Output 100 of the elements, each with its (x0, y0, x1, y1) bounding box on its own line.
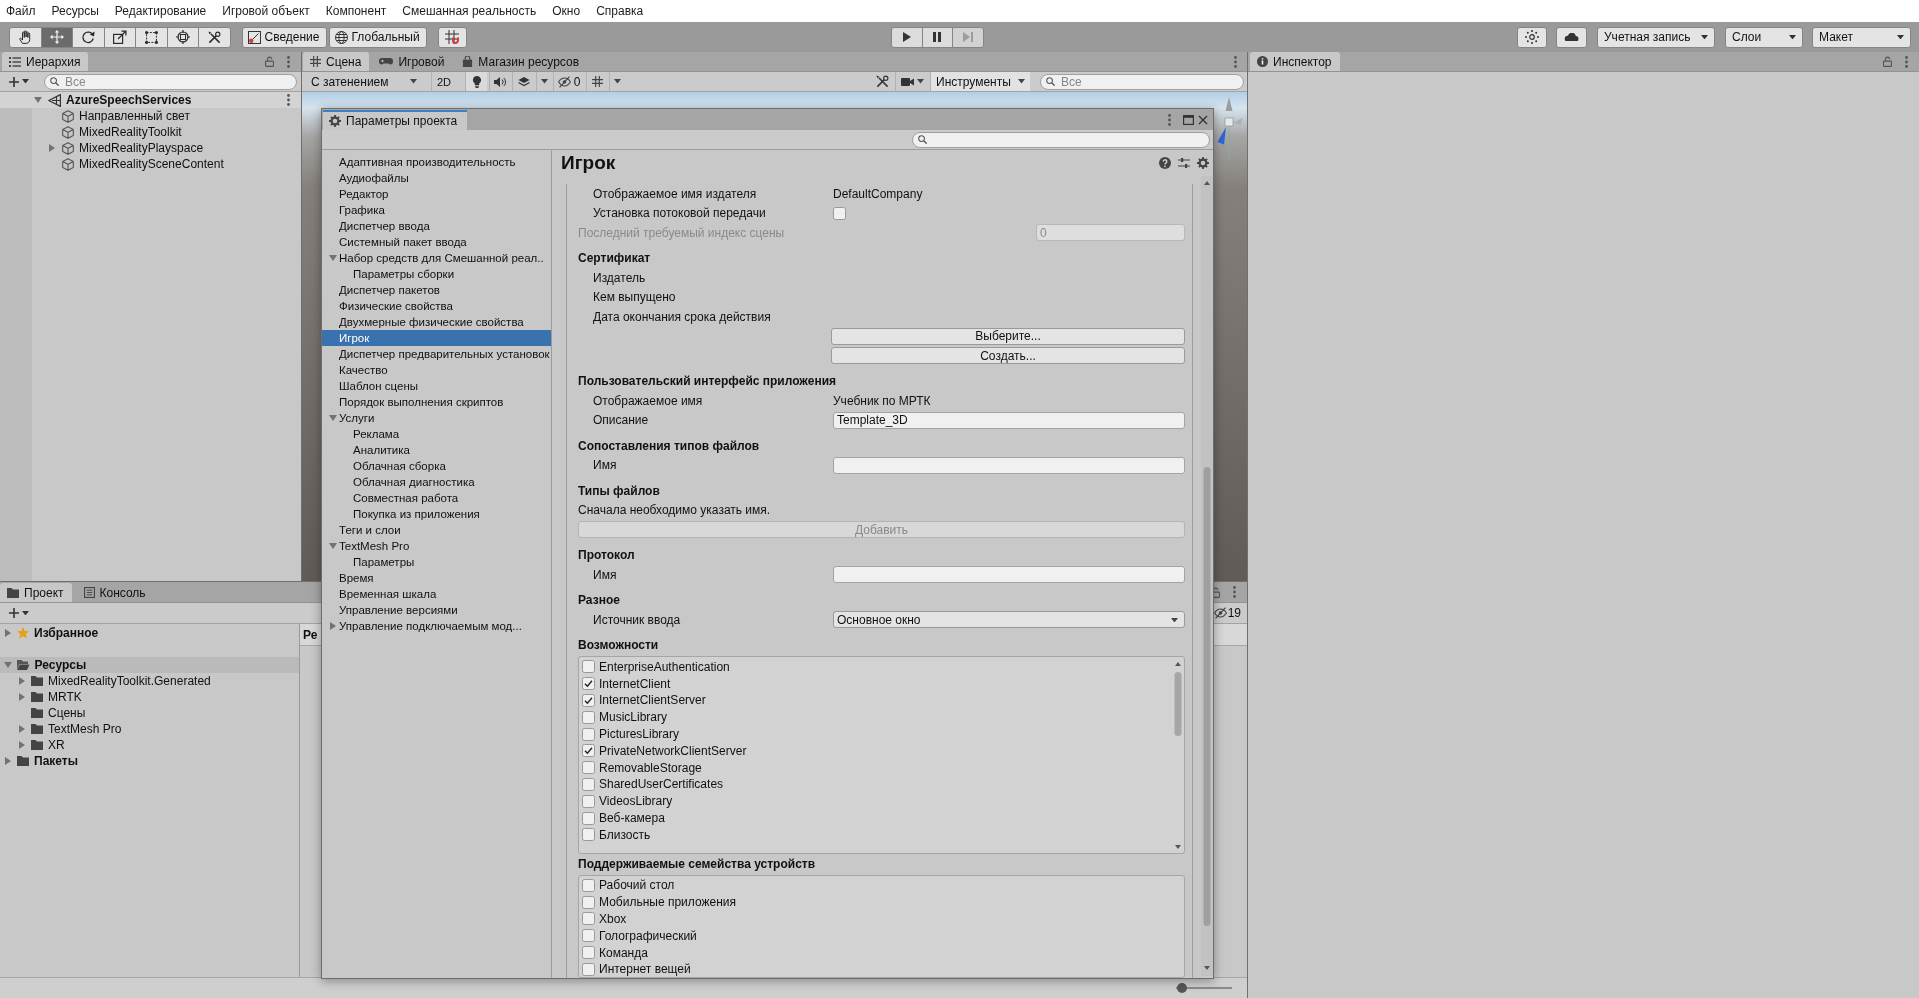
menu-item[interactable]: Смешанная реальность (402, 4, 537, 18)
panel-tab[interactable]: Иерархия (2, 52, 89, 71)
dropdown[interactable]: Макет (1812, 26, 1911, 48)
caret-right-icon[interactable] (5, 629, 11, 637)
caret-down-icon[interactable] (329, 255, 337, 261)
tree-item[interactable]: MixedRealitySceneContent (0, 156, 301, 172)
lock-icon[interactable] (1883, 56, 1892, 67)
caret-down-icon[interactable] (34, 97, 42, 103)
lock-icon[interactable] (265, 56, 274, 67)
handle-toggle-button[interactable]: Сведение (241, 26, 327, 48)
category-item[interactable]: Услуги (322, 410, 551, 426)
category-item[interactable]: Управление подключаемым мод... (322, 618, 551, 634)
snap-button[interactable] (437, 26, 467, 48)
category-item[interactable]: Параметры (322, 554, 551, 570)
checkbox[interactable] (582, 710, 595, 724)
category-item[interactable]: Двухмерные физические свойства (322, 314, 551, 330)
search-field[interactable] (912, 131, 1210, 148)
tree-item[interactable]: Направленный свет (0, 108, 301, 124)
sliders-icon[interactable] (1178, 157, 1190, 169)
more-icon[interactable] (287, 94, 290, 106)
window-tab[interactable]: Параметры проекта (323, 110, 468, 130)
category-item[interactable]: Качество (322, 362, 551, 378)
category-item[interactable]: Системный пакет ввода (322, 234, 551, 250)
visibility-button[interactable]: 0 (553, 72, 584, 91)
text-field[interactable] (833, 566, 1185, 584)
menu-item[interactable]: Окно (552, 4, 581, 18)
toolbar-button[interactable] (1517, 26, 1547, 48)
view-mode-button[interactable]: 2D (431, 72, 456, 91)
search-field[interactable]: Все (1040, 73, 1244, 90)
category-item[interactable]: Облачная диагностика (322, 474, 551, 490)
add-button[interactable] (6, 605, 32, 621)
category-item[interactable]: Теги и слои (322, 522, 551, 538)
checkbox[interactable] (582, 878, 595, 892)
folder-item[interactable]: MRTK (0, 689, 299, 705)
checkbox[interactable] (582, 777, 595, 791)
category-item[interactable]: Физические свойства (322, 298, 551, 314)
checkbox[interactable] (582, 946, 595, 960)
menu-item[interactable]: Ресурсы (51, 4, 99, 18)
panel-tab[interactable]: Проект (0, 583, 72, 602)
cloud-button[interactable] (1556, 26, 1587, 48)
category-item[interactable]: Управление версиями (322, 602, 551, 618)
panel-tab[interactable]: Игровой (372, 52, 453, 71)
caret-right-icon[interactable] (19, 741, 25, 749)
category-item[interactable]: Диспетчер предварительных установок (322, 346, 551, 362)
scrollbar[interactable] (1201, 176, 1213, 976)
tool-button[interactable] (198, 26, 231, 48)
folder-item[interactable]: TextMesh Pro (0, 721, 299, 737)
category-item[interactable]: Покупка из приложения (322, 506, 551, 522)
menu-item[interactable]: Файл (6, 4, 36, 18)
play-control-button[interactable] (921, 26, 953, 48)
category-item[interactable]: Время (322, 570, 551, 586)
caret-right-icon[interactable] (19, 693, 25, 701)
caret-right-icon[interactable] (49, 144, 55, 152)
more-icon[interactable] (1905, 55, 1908, 68)
maximize-icon[interactable] (1183, 114, 1194, 125)
more-icon[interactable] (1234, 55, 1237, 68)
folder-item[interactable]: Сцены (0, 705, 299, 721)
handle-toggle-button[interactable]: Глобальный (328, 26, 427, 48)
caret-right-icon[interactable] (19, 725, 25, 733)
checkbox[interactable] (582, 811, 595, 825)
search-field[interactable]: Все (44, 73, 297, 90)
lighting-toggle[interactable] (465, 72, 487, 91)
settings-icon[interactable] (1197, 157, 1209, 169)
category-item[interactable]: Облачная сборка (322, 458, 551, 474)
category-item[interactable]: Редактор (322, 186, 551, 202)
tool-button[interactable] (72, 26, 105, 48)
push-button[interactable]: Выберите... (831, 327, 1185, 345)
menu-item[interactable]: Справка (596, 4, 644, 18)
folder-item[interactable]: MixedRealityToolkit.Generated (0, 673, 299, 689)
tools-dropdown[interactable]: Инструменты (930, 72, 1030, 91)
slider-thumb[interactable] (1176, 983, 1187, 993)
text-field[interactable] (833, 456, 1185, 474)
scene-header-item[interactable]: AzureSpeechServices (0, 92, 301, 108)
caret-down-icon[interactable] (329, 543, 337, 549)
checkbox[interactable] (582, 912, 595, 926)
checkbox[interactable] (582, 677, 595, 691)
category-item[interactable]: Реклама (322, 426, 551, 442)
category-item[interactable]: Графика (322, 202, 551, 218)
caret-right-icon[interactable] (19, 677, 25, 685)
category-item[interactable]: Игрок (322, 330, 551, 346)
dropdown[interactable]: Учетная запись (1597, 26, 1715, 48)
text-field[interactable]: Template_3D (833, 411, 1185, 429)
panel-tab[interactable]: Магазин ресурсов (455, 52, 588, 71)
slider-track[interactable] (1176, 983, 1232, 993)
more-icon[interactable] (1233, 586, 1236, 598)
category-item[interactable]: Временная шкала (322, 586, 551, 602)
caret-right-icon[interactable] (5, 757, 11, 765)
checkbox[interactable] (582, 694, 595, 707)
menu-item[interactable]: Игровой объект (222, 4, 310, 18)
checkbox[interactable] (582, 929, 595, 943)
panel-tab[interactable]: Инспектор (1250, 52, 1340, 71)
more-icon[interactable] (1168, 113, 1171, 126)
dropdown[interactable]: Слои (1725, 26, 1803, 48)
category-item[interactable]: Порядок выполнения скриптов (322, 394, 551, 410)
checkbox[interactable] (582, 660, 595, 674)
play-control-button[interactable] (891, 26, 923, 48)
category-item[interactable]: Аналитика (322, 442, 551, 458)
help-icon[interactable] (1159, 157, 1171, 169)
breadcrumb[interactable]: Ре (303, 627, 318, 642)
folder-item[interactable]: Избранное (0, 625, 299, 641)
